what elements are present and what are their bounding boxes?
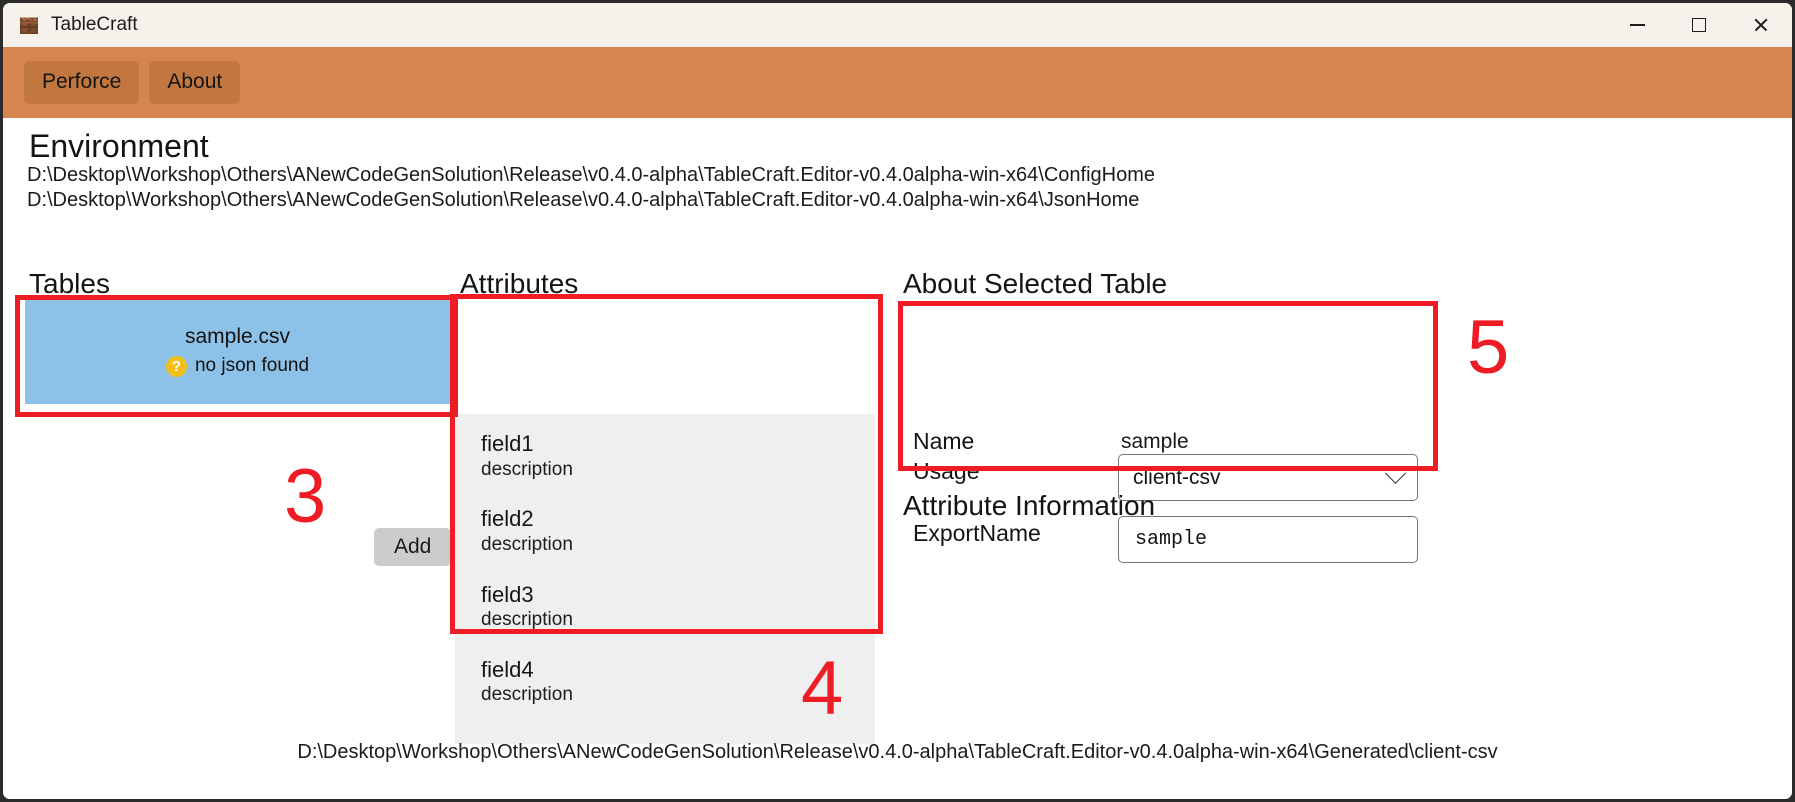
export-name-value: sample [1135, 528, 1208, 551]
add-table-button[interactable]: Add [374, 528, 452, 566]
menu-perforce[interactable]: Perforce [24, 61, 140, 104]
status-bar-path: D:\Desktop\Workshop\Others\ANewCodeGenSo… [297, 741, 1498, 763]
tables-list[interactable]: sample.csv ? no json found [25, 298, 450, 404]
attribute-name: field3 [481, 581, 534, 607]
attribute-information-heading: Attribute Information [903, 490, 1156, 521]
tables-heading: Tables [29, 268, 110, 299]
minimize-button[interactable] [1606, 3, 1668, 47]
list-item[interactable]: sample.csv ? no json found [25, 298, 450, 404]
environment-config-home-path: D:\Desktop\Workshop\Others\ANewCodeGenSo… [27, 164, 1155, 186]
menu-about[interactable]: About [149, 61, 241, 104]
usage-dropdown-value: client-csv [1133, 465, 1221, 489]
environment-json-home-path: D:\Desktop\Workshop\Others\ANewCodeGenSo… [27, 189, 1140, 211]
menu-bar: Perforce About [3, 47, 1792, 118]
tablecraft-window: TableCraft Perforce About Environment D:… [0, 0, 1795, 802]
attribute-description: description [481, 458, 573, 480]
table-item-name: sample.csv [184, 325, 291, 348]
usage-label: Usage [913, 458, 980, 484]
list-item[interactable]: field1 description [455, 430, 875, 505]
title-bar-left: TableCraft [3, 13, 138, 37]
attributes-heading: Attributes [460, 268, 579, 299]
close-icon [1753, 17, 1769, 33]
attribute-name: field2 [481, 506, 534, 532]
export-name-label: ExportName [913, 520, 1041, 546]
name-label: Name [913, 428, 975, 454]
about-table-heading: About Selected Table [903, 268, 1168, 299]
title-bar: TableCraft [3, 3, 1792, 47]
bottom-bar: client-csv ScriPt Generate JSON Save D:\… [3, 659, 1792, 799]
table-item-status: no json found [194, 355, 310, 376]
maximize-icon [1692, 18, 1706, 32]
attribute-description: description [481, 609, 573, 630]
attribute-description: description [481, 533, 573, 555]
export-name-field[interactable]: sample [1118, 516, 1418, 563]
main-content: Environment D:\Desktop\Workshop\Others\A… [3, 118, 1792, 799]
question-mark-icon: ? [165, 355, 187, 377]
maximize-button[interactable] [1668, 3, 1730, 47]
window-title: TableCraft [51, 14, 138, 35]
close-button[interactable] [1730, 3, 1792, 47]
crafting-table-icon [17, 13, 41, 37]
attribute-name: field1 [481, 431, 534, 456]
list-item[interactable]: field3 description [455, 581, 875, 656]
list-item[interactable]: field2 description [455, 505, 875, 580]
usage-dropdown[interactable]: client-csv [1118, 454, 1418, 501]
window-controls [1606, 3, 1792, 47]
environment-heading: Environment [29, 128, 209, 164]
name-value: sample [1121, 430, 1189, 453]
table-item-status-row: ? no json found [165, 355, 310, 377]
minimize-icon [1629, 24, 1645, 26]
chevron-down-icon [1384, 462, 1407, 484]
